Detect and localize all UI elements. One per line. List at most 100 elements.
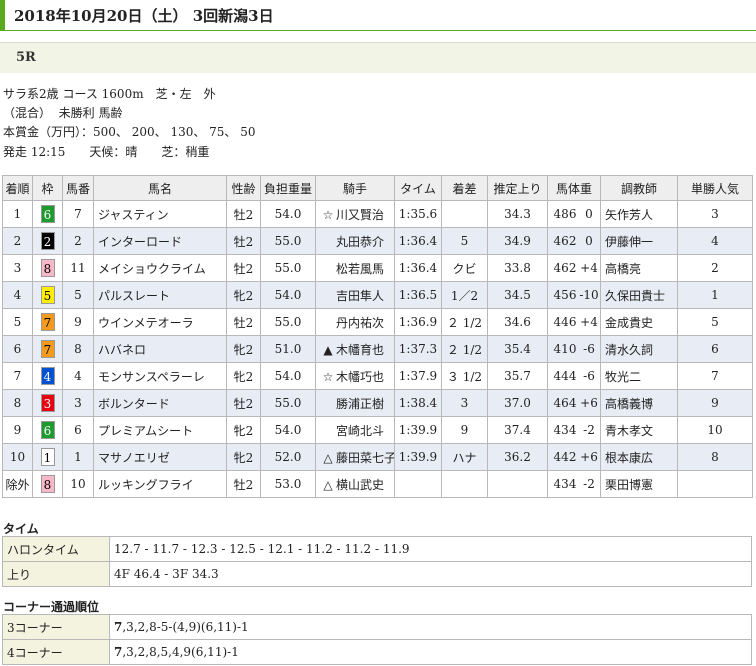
sex-age: 牝2 — [233, 450, 254, 465]
jockey-name: 丸田恭介 — [336, 234, 385, 249]
waku-badge: 1 — [40, 448, 55, 466]
last-3f: 35.4 — [504, 342, 531, 356]
table-row: 2 2 2 インターロード 牡2 55.0 丸田恭介 1:36.4 5 34.9 462 0 伊藤伸一 4 — [2, 227, 753, 255]
corner-4-label: 4コーナー — [2, 639, 110, 665]
last-3f-cell: 37.4 — [487, 416, 548, 444]
trainer: 青木孝文 — [605, 423, 654, 438]
trainer-cell: 矢作芳人 — [600, 200, 678, 228]
finish-time-cell: 1:36.9 — [394, 308, 442, 336]
sex-age-cell: 牡2 — [226, 200, 261, 228]
body-weight-cell: 462 0 — [547, 227, 601, 255]
waku-badge-cell: 3 — [32, 389, 63, 417]
jockey-cell: 丹内祐次 — [315, 308, 395, 336]
jockey-name: 勝浦正樹 — [336, 396, 385, 411]
finish-position: 9 — [13, 423, 22, 437]
body-weight-diff: 0 — [585, 207, 593, 221]
table-row: 6 7 8 ハバネロ 牝2 51.0 ▲ 木幡育也 1:37.3 ２ 1/2 35.4 410 -6 清水… — [2, 335, 753, 363]
jockey-name: 吉田隼人 — [336, 288, 385, 303]
margin: 3 — [460, 396, 469, 410]
margin: ハナ — [452, 450, 477, 465]
body-weight-cell: 442 +6 — [547, 443, 601, 471]
body-weight-value: 442 — [553, 450, 577, 464]
header-finish: 着順 — [2, 175, 33, 201]
corner-3-value: 7,3,2,8-5-(4,9)(6,11)-1 — [109, 614, 752, 640]
jockey-name: 宮崎北斗 — [336, 423, 385, 438]
last-time-label: 上り — [2, 561, 110, 587]
finish-time-cell: 1:38.4 — [394, 389, 442, 417]
jockey-mark: △ — [323, 450, 333, 465]
finish-position-cell: 除外 — [2, 470, 33, 498]
jockey-cell: △ 藤田菜七子 — [315, 443, 395, 471]
time-section-title: タイム — [3, 522, 39, 536]
finish-position-cell: 9 — [2, 416, 33, 444]
body-weight-value: 434 — [553, 423, 577, 437]
body-weight-diff: +6 — [580, 450, 598, 464]
trainer-cell: 清水久詞 — [600, 335, 678, 363]
jockey-name: 木幡育也 — [336, 342, 385, 357]
horse-number-cell: 10 — [62, 470, 94, 498]
waku-badge: 8 — [40, 475, 55, 493]
waku-badge: 4 — [40, 367, 55, 385]
header-margin: 着差 — [441, 175, 488, 201]
finish-position: 2 — [13, 234, 22, 248]
jockey-cell: ☆ 木幡巧也 — [315, 362, 395, 390]
finish-position-cell: 7 — [2, 362, 33, 390]
header-sex-age: 性齢 — [226, 175, 261, 201]
carried-weight-cell: 54.0 — [260, 200, 316, 228]
last-3f: 36.2 — [504, 450, 531, 464]
waku-badge: 6 — [40, 205, 55, 223]
popularity: 9 — [711, 396, 719, 410]
popularity-cell: 4 — [677, 227, 753, 255]
popularity-cell: 7 — [677, 362, 753, 390]
finish-position: 5 — [13, 315, 22, 329]
waku-badge: 3 — [40, 394, 55, 412]
jockey-name: 木幡巧也 — [336, 369, 385, 384]
waku-badge-cell: 7 — [32, 335, 63, 363]
jockey-mark: ☆ — [322, 207, 334, 222]
horse-number: 7 — [74, 207, 82, 221]
waku-badge-cell: 8 — [32, 254, 63, 282]
jockey-cell: 松若風馬 — [315, 254, 395, 282]
jockey-cell: △ 横山武史 — [315, 470, 395, 498]
carried-weight: 55.0 — [274, 234, 302, 248]
margin-cell — [441, 200, 488, 228]
sex-age: 牝2 — [233, 423, 254, 438]
prize-money: 本賞金（万円）：500、 200、 130、 75、 50 — [3, 125, 256, 139]
table-row: 3 8 11 メイショウクライム 牡2 55.0 松若風馬 1:36.4 クビ 33.8 462 +4… — [2, 254, 753, 282]
horse-number-cell: 2 — [62, 227, 94, 255]
margin-cell: ３ 1/2 — [441, 362, 488, 390]
carried-weight-cell: 54.0 — [260, 416, 316, 444]
popularity: 2 — [711, 261, 719, 275]
last-time-value: 4F 46.4 - 3F 34.3 — [109, 561, 752, 587]
horse-number-cell: 6 — [62, 416, 94, 444]
waku-badge: 6 — [40, 421, 55, 439]
horse-number: 1 — [74, 450, 82, 464]
carried-weight-cell: 52.0 — [260, 443, 316, 471]
last-3f-cell: 34.9 — [487, 227, 548, 255]
finish-time-cell: 1:37.9 — [394, 362, 442, 390]
margin-cell: 9 — [441, 416, 488, 444]
finish-time-cell: 1:35.6 — [394, 200, 442, 228]
table-row: 9 6 6 プレミアムシート 牝2 54.0 宮崎北斗 1:39.9 9 37.4 434 -2 青木孝… — [2, 416, 753, 444]
table-row: 1 6 7 ジャスティン 牡2 54.0 ☆ 川又賢治 1:35.6 34.3 486 0 矢作芳人 3 — [2, 200, 753, 228]
sex-age-cell: 牝2 — [226, 335, 261, 363]
header-jockey: 騎手 — [315, 175, 395, 201]
trainer-cell: 高橋亮 — [600, 254, 678, 282]
body-weight-value: 464 — [553, 396, 577, 410]
margin-cell: 3 — [441, 389, 488, 417]
body-weight-diff: -10 — [579, 288, 599, 302]
sex-age: 牡2 — [233, 477, 254, 492]
race-class: （混合） 未勝利 馬齢 — [3, 106, 123, 120]
body-weight-cell: 444 -6 — [547, 362, 601, 390]
waku-badge-cell: 8 — [32, 470, 63, 498]
finish-position-cell: 2 — [2, 227, 33, 255]
finish-time-cell: 1:39.9 — [394, 443, 442, 471]
popularity: 8 — [711, 450, 719, 464]
finish-position-cell: 8 — [2, 389, 33, 417]
last-3f: 33.8 — [504, 261, 531, 275]
finish-time: 1:36.4 — [398, 234, 438, 248]
horse-number-cell: 7 — [62, 200, 94, 228]
finish-time: 1:37.3 — [398, 342, 438, 356]
horse-number-cell: 9 — [62, 308, 94, 336]
finish-position: 7 — [13, 369, 22, 383]
